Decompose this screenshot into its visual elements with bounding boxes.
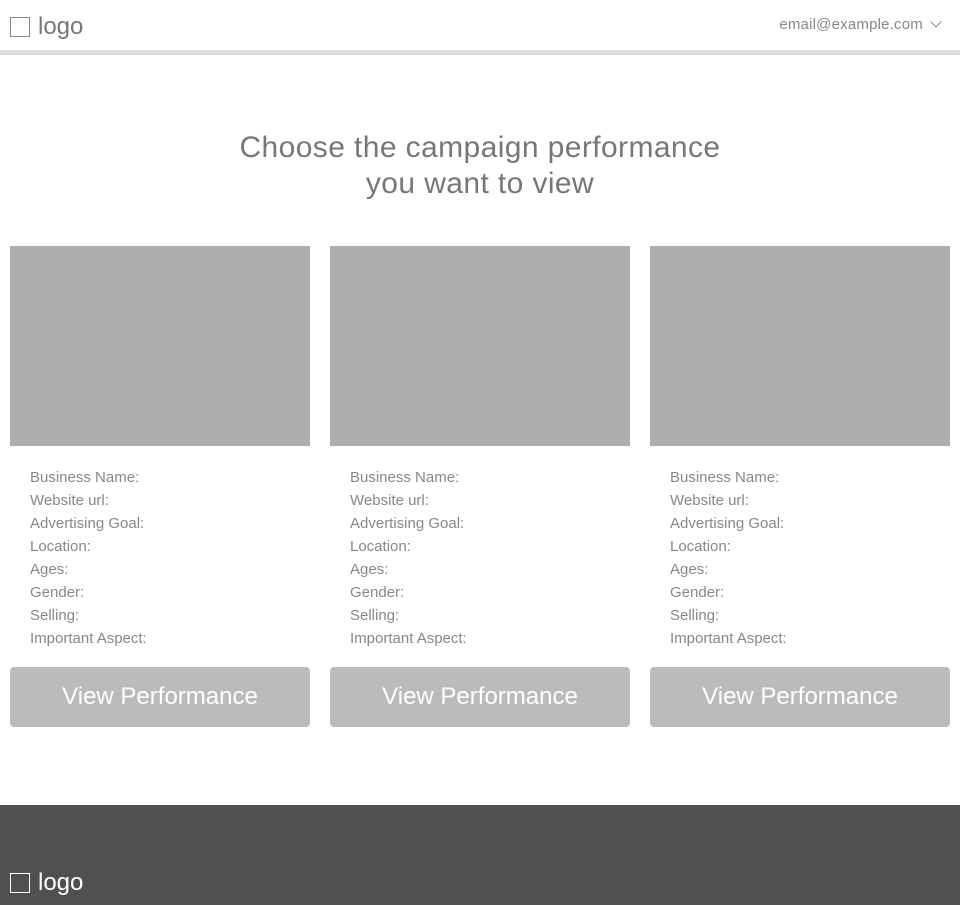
- ages-label: Ages:: [670, 561, 709, 578]
- selling-label: Selling:: [670, 607, 720, 624]
- campaign-details: Business Name: Website url: Advertising …: [10, 446, 310, 650]
- logo-placeholder-icon: [10, 17, 30, 37]
- business-name-label: Business Name:: [670, 469, 780, 486]
- advertising-goal-label: Advertising Goal:: [670, 515, 785, 532]
- view-performance-button[interactable]: View Performance: [330, 667, 630, 727]
- campaign-image-placeholder: [330, 246, 630, 446]
- logo-text: logo: [38, 13, 84, 40]
- top-bar: logo email@example.com: [0, 0, 960, 50]
- campaign-card-list: Business Name: Website url: Advertising …: [10, 246, 950, 727]
- ages-label: Ages:: [350, 561, 389, 578]
- page-title-line-2: you want to view: [365, 167, 595, 200]
- advertising-goal-label: Advertising Goal:: [30, 515, 145, 532]
- location-label: Location:: [350, 538, 411, 555]
- campaign-image-placeholder: [650, 246, 950, 446]
- campaign-details: Business Name: Website url: Advertising …: [330, 446, 630, 650]
- important-aspect-label: Important Aspect:: [30, 630, 147, 647]
- campaign-card: Business Name: Website url: Advertising …: [10, 246, 310, 727]
- website-url-label: Website url:: [670, 492, 749, 509]
- chevron-down-icon: [930, 16, 942, 28]
- view-performance-button[interactable]: View Performance: [10, 667, 310, 727]
- gender-label: Gender:: [670, 584, 725, 601]
- campaign-card: Business Name: Website url: Advertising …: [330, 246, 630, 727]
- gender-label: Gender:: [350, 584, 405, 601]
- location-label: Location:: [30, 538, 91, 555]
- header-divider: [0, 50, 960, 55]
- business-name-label: Business Name:: [30, 469, 140, 486]
- important-aspect-label: Important Aspect:: [350, 630, 467, 647]
- gender-label: Gender:: [30, 584, 85, 601]
- business-name-label: Business Name:: [350, 469, 460, 486]
- campaign-card: Business Name: Website url: Advertising …: [650, 246, 950, 727]
- view-performance-button[interactable]: View Performance: [650, 667, 950, 727]
- website-url-label: Website url:: [350, 492, 429, 509]
- account-email: email@example.com: [779, 16, 923, 33]
- footer-logo[interactable]: logo: [10, 869, 83, 897]
- important-aspect-label: Important Aspect:: [670, 630, 787, 647]
- selling-label: Selling:: [350, 607, 400, 624]
- account-menu[interactable]: email@example.com: [779, 16, 942, 33]
- logo-text: logo: [38, 869, 84, 896]
- footer: logo: [0, 805, 960, 905]
- campaign-details: Business Name: Website url: Advertising …: [650, 446, 950, 650]
- logo-placeholder-icon: [10, 873, 30, 893]
- campaign-image-placeholder: [10, 246, 310, 446]
- website-url-label: Website url:: [30, 492, 109, 509]
- page-title-line-1: Choose the campaign performance: [239, 131, 721, 164]
- header-logo[interactable]: logo: [10, 13, 83, 41]
- page-title: Choose the campaign performance you want…: [0, 130, 960, 202]
- selling-label: Selling:: [30, 607, 80, 624]
- ages-label: Ages:: [30, 561, 69, 578]
- location-label: Location:: [670, 538, 731, 555]
- advertising-goal-label: Advertising Goal:: [350, 515, 465, 532]
